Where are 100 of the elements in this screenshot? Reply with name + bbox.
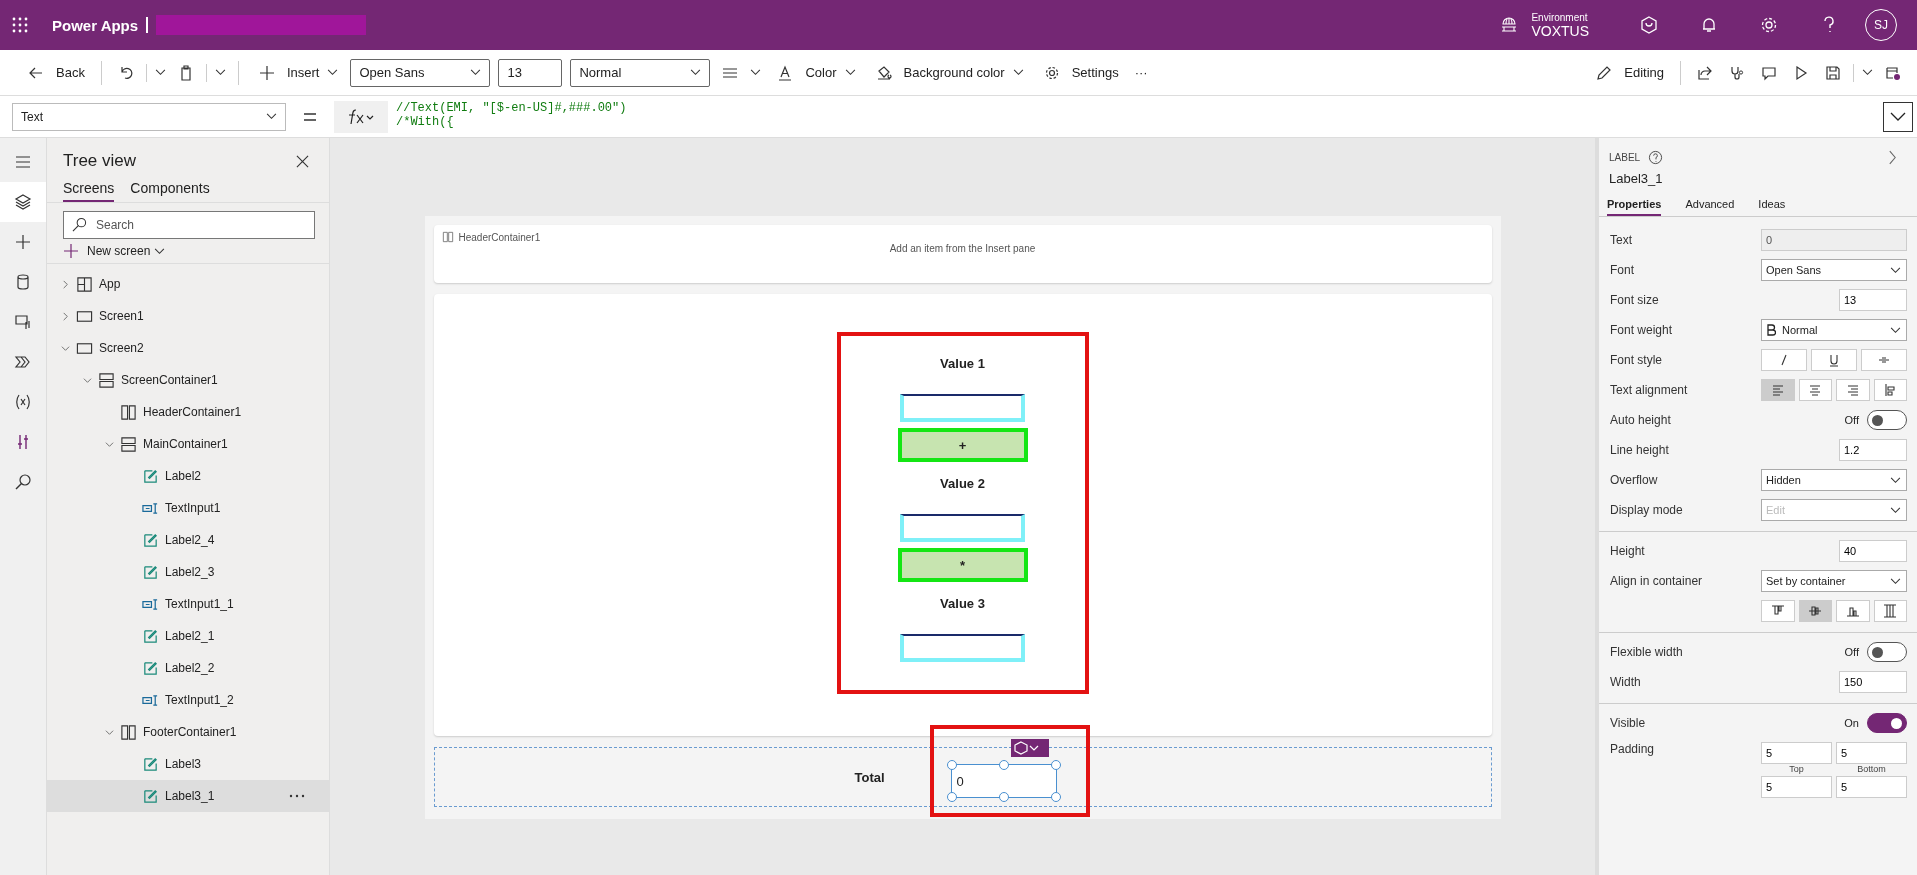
strikethrough-button[interactable] (1861, 349, 1907, 371)
align-bottom-button[interactable] (1836, 600, 1870, 622)
more-icon[interactable] (289, 794, 305, 798)
header-container[interactable]: HeaderContainer1 Add an item from the Insert pane (433, 225, 1492, 283)
color-button[interactable]: Color (769, 57, 860, 88)
chevron-down-icon[interactable] (105, 727, 114, 737)
menu-icon[interactable] (14, 153, 32, 171)
operator-button[interactable]: + (897, 428, 1028, 462)
tree-item[interactable]: Label2_2 (47, 652, 329, 684)
tree-item[interactable]: Label3 (47, 748, 329, 780)
share-icon[interactable] (1697, 64, 1713, 81)
formula-field[interactable]: //Text(EMI, "[$-en-US]#,###.00") /*With({ (396, 98, 1875, 135)
tree-item[interactable]: Screen2 (47, 332, 329, 364)
tab[interactable]: Advanced (1685, 194, 1735, 216)
comment-icon[interactable] (1761, 64, 1777, 81)
hexagon-icon[interactable] (1639, 15, 1659, 35)
chevron-right-icon[interactable] (61, 311, 70, 321)
tab[interactable]: Properties (1607, 194, 1662, 216)
tree-item[interactable]: TextInput1_1 (47, 588, 329, 620)
database-icon[interactable] (14, 273, 32, 291)
back-button[interactable]: Back (20, 57, 89, 88)
number-field[interactable]: 40 (1839, 540, 1907, 562)
tree-item[interactable]: Label2_3 (47, 556, 329, 588)
align-top-button[interactable] (1761, 600, 1795, 622)
layers-icon[interactable] (14, 193, 32, 211)
plus-icon[interactable] (14, 233, 32, 251)
search-field[interactable]: Search (63, 211, 315, 239)
save-icon[interactable] (1825, 64, 1841, 81)
chevron-right-icon[interactable] (61, 279, 70, 289)
publish-icon[interactable] (1885, 64, 1901, 81)
background-color-button[interactable]: Background color (867, 57, 1028, 88)
toggle-switch[interactable] (1867, 410, 1907, 430)
number-field[interactable]: 5 (1836, 776, 1907, 798)
tree-item[interactable]: TextInput1_2 (47, 684, 329, 716)
underline-button[interactable] (1811, 349, 1857, 371)
chevron-down-icon[interactable] (61, 343, 70, 353)
font-weight-dropdown[interactable]: Normal (1761, 319, 1907, 341)
tree-item[interactable]: App (47, 268, 329, 300)
chevron-down-icon[interactable] (105, 439, 114, 449)
text-input[interactable] (900, 634, 1025, 662)
stethoscope-icon[interactable] (1729, 64, 1745, 81)
tree-item[interactable]: Label2_1 (47, 620, 329, 652)
tree-item[interactable]: FooterContainer1 (47, 716, 329, 748)
component-menu[interactable] (1010, 739, 1049, 757)
property-dropdown[interactable]: Hidden (1761, 469, 1907, 491)
tree-item[interactable]: MainContainer1 (47, 428, 329, 460)
number-field[interactable]: 150 (1839, 671, 1907, 693)
tab[interactable]: Components (130, 176, 210, 202)
bold-icon (1766, 324, 1776, 336)
expand-button[interactable] (1883, 101, 1913, 132)
tree-item[interactable]: ScreenContainer1 (47, 364, 329, 396)
number-field[interactable]: 13 (1839, 289, 1907, 311)
text-input[interactable] (900, 514, 1025, 542)
font-size-field[interactable]: 13 (498, 58, 563, 87)
flow-icon[interactable] (14, 353, 32, 371)
operator-button[interactable]: * (897, 548, 1028, 582)
search-icon[interactable] (14, 473, 32, 491)
main-container[interactable]: Value 1 + Value 2 * Value 3 (433, 294, 1492, 736)
align-top-button[interactable] (1873, 379, 1907, 401)
stretch-button[interactable] (1873, 600, 1907, 622)
function-button[interactable] (334, 100, 388, 133)
settings-button[interactable]: Settings (1035, 57, 1123, 88)
help-icon[interactable] (1648, 150, 1664, 165)
tree-item[interactable]: HeaderContainer1 (47, 396, 329, 428)
environment-name[interactable]: VOXTUS (1531, 22, 1589, 39)
tab[interactable]: Ideas (1758, 194, 1786, 216)
media-icon[interactable] (14, 313, 32, 331)
number-field[interactable]: 1.2 (1839, 439, 1907, 461)
chevron-right-icon[interactable] (1888, 150, 1897, 165)
tab[interactable]: Screens (63, 176, 115, 202)
property-dropdown[interactable]: Text (12, 102, 286, 131)
property-dropdown[interactable]: Set by container (1761, 570, 1907, 592)
number-field[interactable]: 5 (1761, 776, 1832, 798)
text-input[interactable] (900, 394, 1025, 422)
font-weight-dropdown[interactable]: Normal (570, 58, 711, 87)
align-right-button[interactable] (1836, 379, 1870, 401)
tree-item[interactable]: Label2_4 (47, 524, 329, 556)
new-screen-button[interactable]: New screen (47, 239, 329, 264)
align-center-button[interactable] (1798, 379, 1832, 401)
chevron-down-icon[interactable] (83, 375, 92, 385)
align-middle-button[interactable] (1798, 600, 1832, 622)
tree-item[interactable]: Label3_1 (47, 780, 329, 812)
more-button[interactable]: ··· (1130, 57, 1152, 88)
app-launcher-icon[interactable] (12, 17, 28, 33)
toggle-switch[interactable] (1867, 642, 1907, 662)
close-icon[interactable] (296, 154, 309, 168)
editing-button[interactable]: Editing (1588, 57, 1668, 88)
property-dropdown[interactable]: Open Sans (1761, 259, 1907, 281)
insert-button[interactable]: Insert (250, 57, 343, 88)
tree-item[interactable]: Screen1 (47, 300, 329, 332)
footer-container[interactable]: Total 0 (433, 747, 1492, 807)
number-field[interactable]: 5 (1836, 742, 1907, 764)
tree-item[interactable]: Label2 (47, 460, 329, 492)
toggle-switch[interactable] (1867, 713, 1907, 733)
settings-icon[interactable] (1759, 15, 1779, 35)
tree-item[interactable]: TextInput1 (47, 492, 329, 524)
play-icon[interactable] (1793, 64, 1809, 81)
variable-icon[interactable] (14, 393, 32, 411)
font-dropdown[interactable]: Open Sans (350, 58, 491, 87)
number-field[interactable]: 5 (1761, 742, 1832, 764)
